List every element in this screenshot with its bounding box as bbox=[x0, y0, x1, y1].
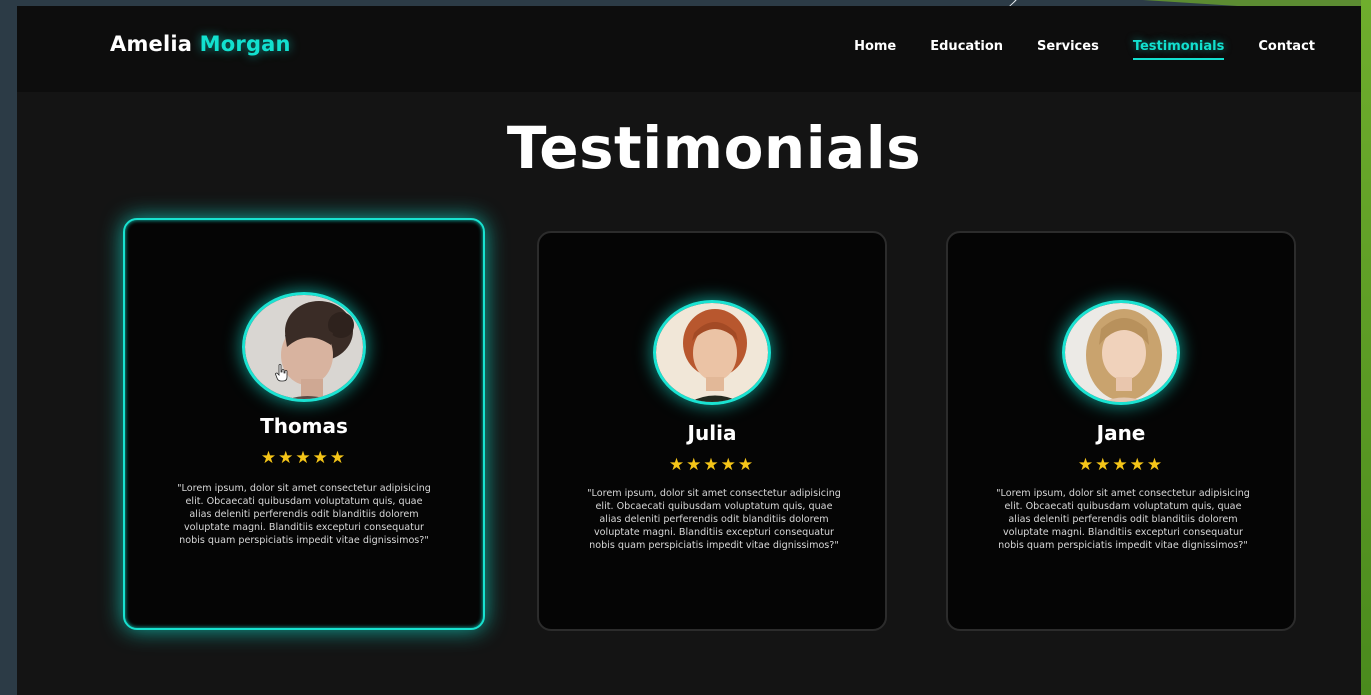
nav-home[interactable]: Home bbox=[854, 39, 896, 60]
testimonial-card-thomas[interactable]: Thomas ★★★★★ "Lorem ipsum, dolor sit ame… bbox=[123, 218, 485, 630]
navbar: Amelia Morgan Home Education Services Te… bbox=[17, 6, 1361, 92]
nav-education[interactable]: Education bbox=[930, 39, 1003, 60]
testimonial-name: Jane bbox=[1096, 421, 1146, 445]
avatar-photo-blonde-hair bbox=[1062, 300, 1180, 405]
testimonial-name: Thomas bbox=[260, 414, 348, 438]
logo-last-name: Morgan bbox=[199, 32, 291, 56]
testimonial-quote: "Lorem ipsum, dolor sit amet consectetur… bbox=[587, 488, 841, 551]
page: Amelia Morgan Home Education Services Te… bbox=[17, 6, 1361, 695]
logo[interactable]: Amelia Morgan bbox=[110, 32, 291, 56]
testimonial-name: Julia bbox=[687, 421, 737, 445]
section-title: Testimonials bbox=[506, 114, 922, 182]
testimonial-quote: "Lorem ipsum, dolor sit amet consectetur… bbox=[177, 483, 431, 546]
star-rating: ★★★★★ bbox=[260, 448, 348, 468]
nav-links: Home Education Services Testimonials Con… bbox=[854, 39, 1315, 60]
nav-services[interactable]: Services bbox=[1037, 39, 1099, 60]
testimonial-card-julia[interactable]: Julia ★★★★★ "Lorem ipsum, dolor sit amet… bbox=[537, 231, 887, 631]
hand-pointer-cursor-icon bbox=[275, 364, 288, 382]
testimonial-card-jane[interactable]: Jane ★★★★★ "Lorem ipsum, dolor sit amet … bbox=[946, 231, 1296, 631]
frame-accent-bar bbox=[1361, 0, 1371, 695]
star-rating: ★★★★★ bbox=[668, 455, 756, 475]
avatar-photo-red-hair bbox=[653, 300, 771, 405]
logo-first-name: Amelia bbox=[110, 32, 193, 56]
nav-contact[interactable]: Contact bbox=[1258, 39, 1315, 60]
avatar-photo-dark-hair bbox=[242, 292, 366, 402]
nav-testimonials[interactable]: Testimonials bbox=[1132, 39, 1225, 60]
testimonial-quote: "Lorem ipsum, dolor sit amet consectetur… bbox=[996, 488, 1250, 551]
star-rating: ★★★★★ bbox=[1077, 455, 1165, 475]
